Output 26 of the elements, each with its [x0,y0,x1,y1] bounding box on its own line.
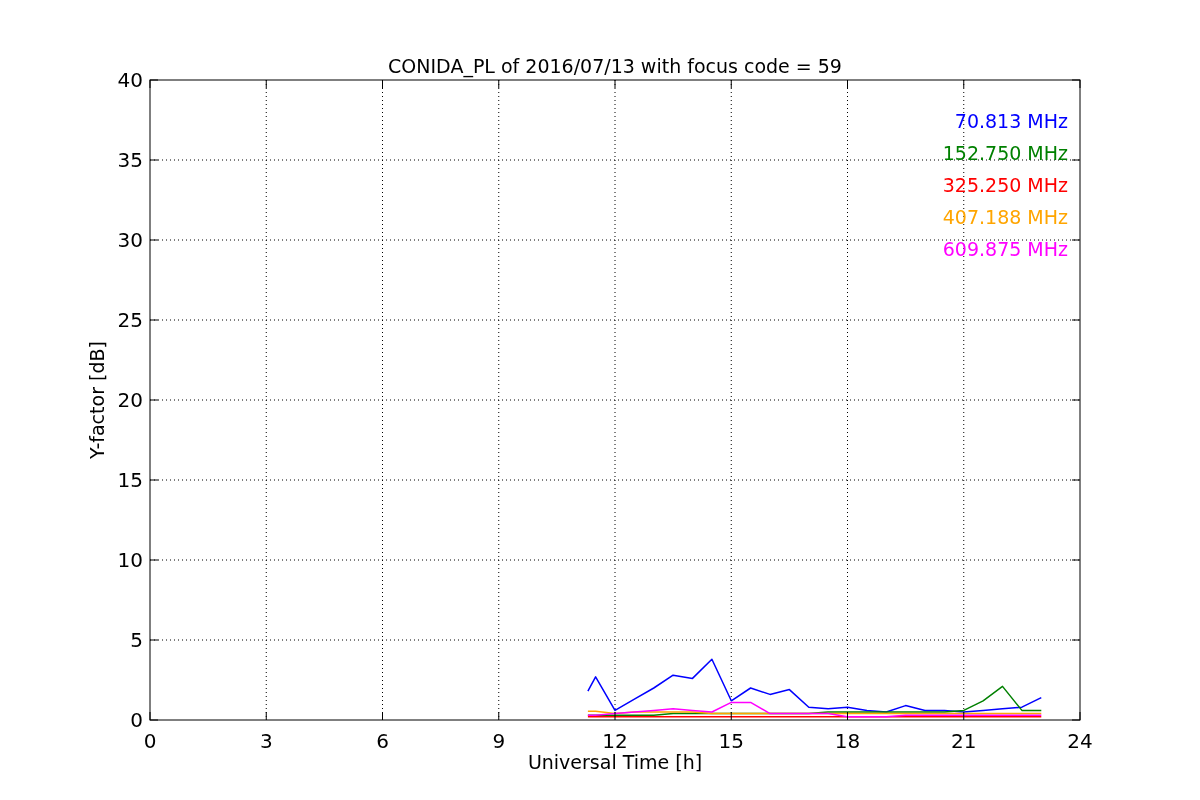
legend-entry: 407.188 MHz [942,206,1068,228]
tick-label: 20 [117,388,143,412]
tick-label: 21 [951,729,977,753]
tick-label: 10 [117,548,143,572]
tick-label: 40 [117,68,143,92]
legend-entry: 70.813 MHz [954,110,1068,132]
tick-label: 3 [259,729,273,753]
legend-entry: 609.875 MHz [942,238,1068,260]
x-axis-label: Universal Time [h] [527,751,703,773]
tick-label: 6 [376,729,389,753]
tick-label: 5 [130,628,143,652]
tick-label: 25 [117,308,143,332]
legend-entry: 152.750 MHz [942,142,1068,164]
chart-title: CONIDA_PL of 2016/07/13 with focus code = 59 [388,55,842,77]
tick-label: 0 [143,729,157,753]
tick-label: 24 [1067,729,1093,753]
tick-label: 12 [602,729,628,753]
tick-label: 35 [117,148,143,172]
tick-label: 15 [117,468,143,492]
legend-entry: 325.250 MHz [942,174,1068,196]
tick-label: 18 [834,729,861,753]
tick-label: 0 [130,708,143,732]
tick-label: 9 [492,729,506,753]
tick-label: 15 [718,729,744,753]
y-axis-label: Y-factor [dB] [86,341,108,459]
tick-label: 30 [117,228,143,252]
